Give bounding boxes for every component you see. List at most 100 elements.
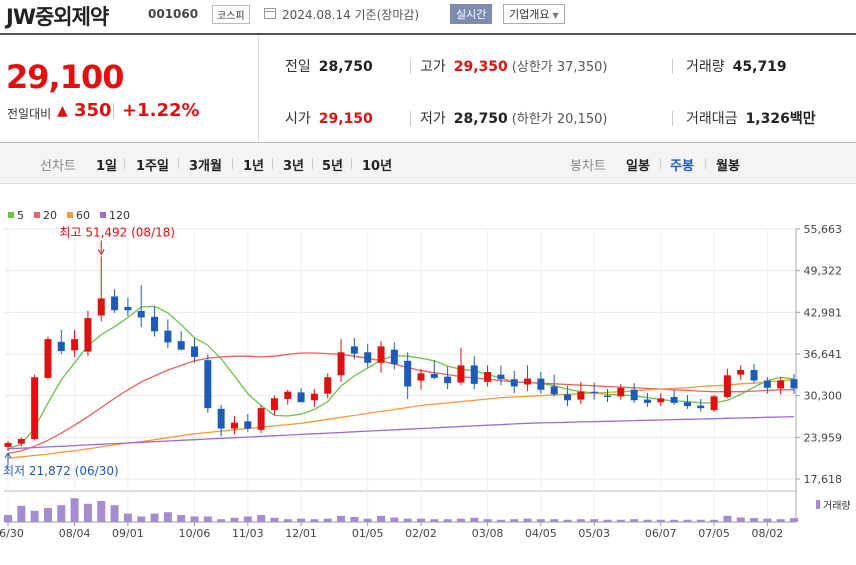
tab-1-day[interactable]: 1일	[96, 155, 117, 174]
volume-bar	[670, 519, 679, 522]
moving-average-lines	[7, 305, 795, 459]
stat-volume: 거래량 45,719	[686, 56, 787, 76]
candle-body	[470, 365, 478, 384]
lower-limit: (하한가 20,150)	[511, 112, 608, 127]
volume-bar	[70, 498, 79, 522]
volume-bar	[750, 518, 759, 522]
volume-bar	[656, 519, 665, 522]
y-tick-label: 55,663	[804, 223, 843, 236]
y-tick-label: 49,322	[804, 265, 843, 278]
ma120-line	[7, 416, 795, 450]
volume-bar	[377, 515, 386, 522]
legend-swatch-ma60	[67, 212, 73, 218]
volume-bar	[177, 515, 186, 522]
legend-label-ma5: 5	[17, 209, 24, 222]
volume-bar	[363, 518, 372, 522]
volume-bar	[416, 518, 425, 522]
tab-5-years[interactable]: 5년	[322, 155, 343, 174]
company-info-label: 기업개요	[509, 8, 550, 21]
company-name: JW중외제약	[6, 5, 109, 29]
divider	[672, 59, 673, 74]
candle-body	[643, 399, 651, 403]
volume-bar	[790, 518, 798, 522]
tab-weekly[interactable]: 주봉	[670, 155, 694, 174]
x-axis-ticks: 06/30 08/04 09/01 10/06 11/03 12/01 01/05 02/02…	[0, 522, 783, 540]
volume-bar	[257, 515, 266, 522]
stat-value: 28,750	[453, 111, 508, 127]
tab-monthly[interactable]: 월봉	[716, 155, 740, 174]
volume-bar	[350, 516, 359, 522]
candle-body	[723, 375, 731, 397]
candle-body	[390, 349, 398, 365]
volume-bar	[723, 515, 732, 522]
volume-bar	[43, 508, 52, 522]
volume-bar	[310, 519, 319, 522]
stat-open: 시가 29,150	[285, 108, 373, 128]
divider	[351, 158, 352, 169]
line-chart-label: 선차트	[40, 159, 76, 174]
volume-bar	[217, 519, 226, 522]
volume-bar	[523, 518, 532, 522]
change-divider	[113, 103, 114, 119]
legend-swatch-ma20	[34, 212, 40, 218]
volume-bar	[57, 505, 66, 522]
tab-1-year[interactable]: 1년	[243, 155, 264, 174]
candle-body	[324, 377, 332, 394]
volume-bar	[630, 519, 639, 522]
tab-1-week[interactable]: 1주일	[136, 155, 169, 174]
candle-body	[497, 374, 505, 380]
candle-body	[244, 421, 252, 429]
tab-daily[interactable]: 일봉	[626, 155, 650, 174]
candle-body	[204, 360, 212, 409]
amount-unit: 백만	[789, 111, 816, 127]
candle-body	[670, 396, 678, 403]
candle-body	[630, 389, 638, 401]
volume-bar	[150, 513, 159, 522]
x-tick-label: 04/05	[525, 527, 557, 540]
volume-bar	[643, 519, 652, 522]
stat-label: 저가	[420, 111, 446, 127]
legend-swatch-ma5	[8, 212, 14, 218]
volume-bar	[536, 519, 545, 522]
tab-3-months[interactable]: 3개월	[189, 155, 222, 174]
as-of-date: 2024.08.14 기준(장마감)	[282, 8, 420, 22]
divider	[124, 158, 125, 169]
volume-bar	[403, 518, 412, 522]
candle-body	[284, 391, 292, 399]
candle-body	[524, 378, 532, 385]
volume-bar	[297, 518, 306, 522]
volume-bar	[230, 517, 239, 522]
stock-header: JW중외제약 001060 코스피 2024.08.14 기준(장마감) 실시간…	[0, 0, 856, 30]
volume-bar	[576, 519, 585, 522]
volume-bar	[110, 505, 119, 522]
candle-body	[777, 380, 785, 389]
candle-body	[84, 318, 92, 352]
candle-body	[310, 393, 318, 401]
candle-body	[4, 442, 12, 447]
company-info-button[interactable]: 기업개요 ▼	[503, 4, 565, 24]
stat-value: 1,326	[745, 111, 790, 127]
volume-bar	[323, 518, 332, 522]
tab-10-years[interactable]: 10년	[362, 155, 392, 174]
realtime-button[interactable]: 실시간	[450, 4, 493, 24]
candle-body	[44, 339, 52, 378]
volume-bar	[283, 519, 292, 522]
x-tick-label: 01/05	[352, 527, 384, 540]
stat-label: 거래대금	[686, 111, 738, 127]
divider	[232, 158, 233, 169]
candle-body	[350, 346, 358, 354]
y-tick-label: 42,981	[804, 306, 843, 319]
candle-body	[710, 396, 718, 411]
candle-chart-label: 봉차트	[570, 159, 606, 174]
tab-3-years[interactable]: 3년	[283, 155, 304, 174]
high-annotation: 최고 51,492 (08/18)	[59, 225, 175, 239]
candle-body	[763, 380, 771, 388]
volume-bar	[97, 501, 106, 522]
volume-legend-swatch	[816, 500, 820, 509]
current-price: 29,100	[6, 58, 124, 96]
volume-bar	[590, 519, 599, 522]
ma20-line	[7, 352, 794, 455]
stat-low: 저가 28,750 (하한가 20,150)	[420, 108, 607, 128]
volume-bar	[337, 515, 346, 522]
volume-bar	[550, 519, 559, 522]
